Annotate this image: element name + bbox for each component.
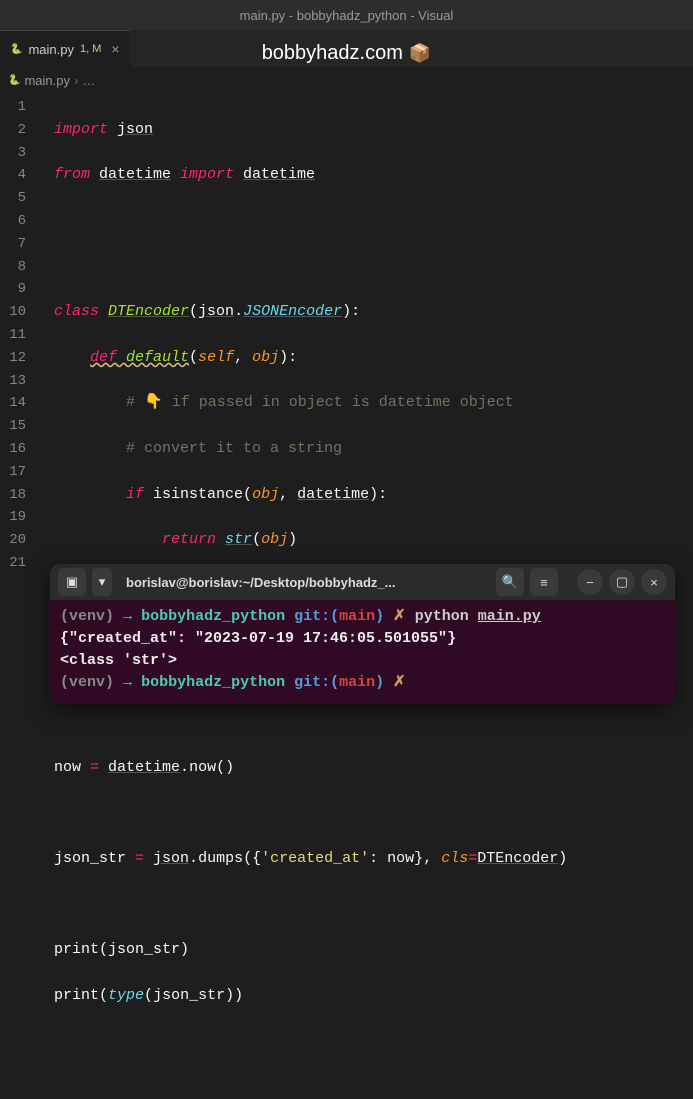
tab-modified-status: 1, M	[80, 43, 101, 55]
terminal-line: (venv) → bobbyhadz_python git:(main) ✗	[60, 672, 665, 694]
breadcrumb-more: …	[82, 73, 95, 88]
python-file-icon: 🐍	[8, 75, 20, 86]
terminal-titlebar: ▣ ▾ borislav@borislav:~/Desktop/bobbyhad…	[50, 564, 675, 600]
close-icon[interactable]: ×	[111, 41, 119, 57]
menu-icon[interactable]: ≡	[530, 568, 558, 596]
search-icon[interactable]: 🔍	[496, 568, 524, 596]
tab-filename: main.py	[28, 42, 74, 57]
cube-icon: 📦	[409, 43, 431, 64]
close-button[interactable]: ×	[641, 569, 667, 595]
code-area[interactable]: import json from datetime import datetim…	[40, 92, 693, 568]
chevron-right-icon: ›	[74, 73, 78, 88]
new-tab-button[interactable]: ▣	[58, 568, 86, 596]
window-titlebar: main.py - bobbyhadz_python - Visual	[0, 0, 693, 30]
code-editor[interactable]: 123 456 789 101112 131415 161718 192021 …	[0, 92, 693, 568]
terminal-window[interactable]: ▣ ▾ borislav@borislav:~/Desktop/bobbyhad…	[50, 564, 675, 704]
maximize-button[interactable]: ▢	[609, 569, 635, 595]
watermark: bobbyhadz.com 📦	[262, 42, 432, 65]
window-title: main.py - bobbyhadz_python - Visual	[240, 8, 454, 23]
line-gutter: 123 456 789 101112 131415 161718 192021	[0, 92, 40, 568]
terminal-title: borislav@borislav:~/Desktop/bobbyhadz_..…	[118, 575, 490, 590]
dropdown-button[interactable]: ▾	[92, 568, 112, 596]
terminal-line: (venv) → bobbyhadz_python git:(main) ✗ p…	[60, 606, 665, 628]
minimize-button[interactable]: −	[577, 569, 603, 595]
terminal-line: <class 'str'>	[60, 650, 665, 672]
terminal-output[interactable]: (venv) → bobbyhadz_python git:(main) ✗ p…	[50, 600, 675, 704]
terminal-line: {"created_at": "2023-07-19 17:46:05.5010…	[60, 628, 665, 650]
python-file-icon: 🐍	[10, 44, 22, 55]
breadcrumb-file: main.py	[24, 73, 70, 88]
breadcrumb[interactable]: 🐍 main.py › …	[0, 68, 693, 92]
tab-main-py[interactable]: 🐍 main.py 1, M ×	[0, 30, 130, 67]
